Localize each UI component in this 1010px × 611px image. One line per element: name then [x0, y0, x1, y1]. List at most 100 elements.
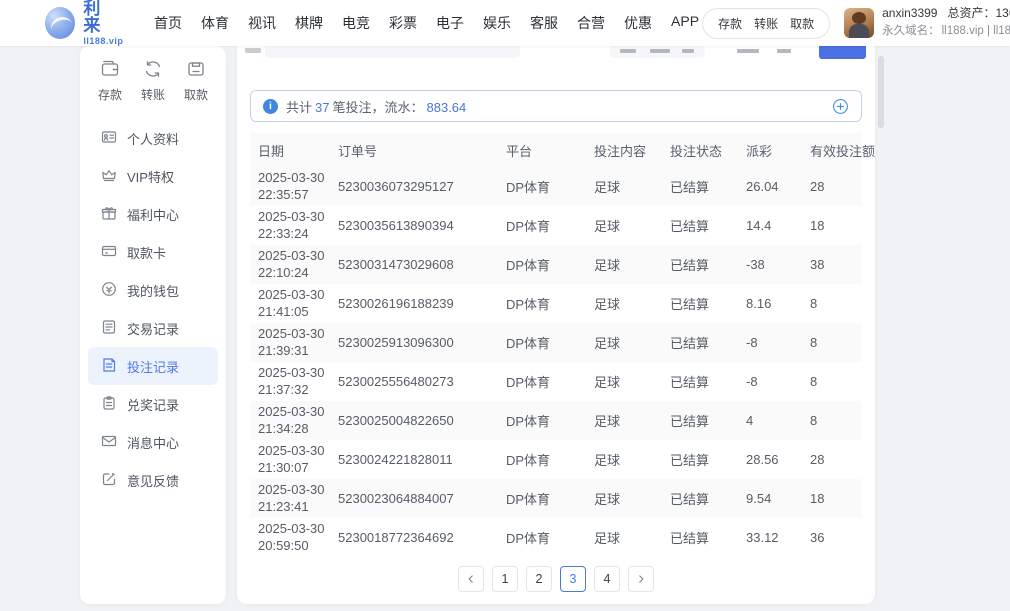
summary-text: 共计37笔投注，流水：883.64 [286, 97, 469, 116]
cell-payout: 8.16 [738, 284, 802, 323]
page-button[interactable]: 4 [594, 566, 620, 592]
avatar[interactable] [844, 8, 874, 38]
wallet-pill-action[interactable]: 存款 [718, 15, 742, 32]
bet-records-table: 日期订单号平台投注内容投注状态派彩有效投注额 2025-03-3022:35:5… [250, 133, 862, 557]
filter-chip-fragment[interactable] [737, 49, 759, 53]
quick-action-withdraw[interactable]: 取款 [184, 59, 208, 103]
cell-order-no: 5230036073295127 [330, 167, 498, 206]
turnover-value: 883.64 [427, 100, 467, 115]
page-button[interactable]: 1 [492, 566, 518, 592]
column-header: 派彩 [738, 133, 802, 167]
filter-submit-button[interactable] [819, 46, 866, 59]
username: anxin3399 [882, 6, 937, 20]
logo-icon [45, 7, 75, 39]
sidebar-item-bet-records[interactable]: 投注记录 [88, 347, 218, 385]
sidebar-item-vip[interactable]: VIP特权 [88, 157, 218, 195]
wallet-pill-action[interactable]: 转账 [754, 15, 778, 32]
sidebar-quick-actions: 存款 转账 取款 [88, 59, 218, 109]
table-row: 2025-03-3020:59:50 5230018772364692 DP体育… [250, 518, 862, 557]
cell-order-no: 5230026196188239 [330, 284, 498, 323]
prize-records-icon [101, 395, 117, 414]
sidebar-item-feedback[interactable]: 意见反馈 [88, 461, 218, 499]
cell-payout: 9.54 [738, 479, 802, 518]
page-button[interactable]: 2 [526, 566, 552, 592]
column-header: 订单号 [330, 133, 498, 167]
crown-icon [101, 167, 117, 186]
nav-item[interactable]: 彩票 [386, 9, 420, 37]
sidebar-item-prize-records[interactable]: 兑奖记录 [88, 385, 218, 423]
cell-status: 已结算 [662, 323, 738, 362]
cell-payout: -8 [738, 362, 802, 401]
table-row: 2025-03-3021:41:05 5230026196188239 DP体育… [250, 284, 862, 323]
nav-item[interactable]: 合营 [574, 9, 608, 37]
cell-content: 足球 [586, 284, 662, 323]
cell-order-no: 5230018772364692 [330, 518, 498, 557]
transfer-icon [143, 59, 163, 82]
cell-platform: DP体育 [498, 401, 586, 440]
cell-order-no: 5230025556480273 [330, 362, 498, 401]
cell-date: 2025-03-3022:35:57 [250, 167, 330, 206]
table-row: 2025-03-3021:37:32 5230025556480273 DP体育… [250, 362, 862, 401]
cell-platform: DP体育 [498, 323, 586, 362]
cell-date: 2025-03-3021:37:32 [250, 362, 330, 401]
domain-label: 永久域名： [882, 23, 940, 40]
nav-item[interactable]: 客服 [527, 9, 561, 37]
quick-action-label: 取款 [184, 86, 208, 103]
nav-item[interactable]: APP [668, 9, 702, 37]
page-button[interactable]: 3 [560, 566, 586, 592]
cell-valid-amount: 18 [802, 206, 862, 245]
filter-chip-fragment[interactable] [777, 49, 791, 53]
cell-valid-amount: 36 [802, 518, 862, 557]
cell-platform: DP体育 [498, 362, 586, 401]
sidebar-menu: 个人资料 VIP特权 福利中心 取款卡 我的钱包 交易记录 [88, 119, 218, 499]
cell-platform: DP体育 [498, 518, 586, 557]
nav-item[interactable]: 优惠 [621, 9, 655, 37]
deposit-icon [100, 59, 120, 82]
nav-item[interactable]: 电竞 [339, 9, 373, 37]
sidebar-item-messages[interactable]: 消息中心 [88, 423, 218, 461]
pagination: 1234 [237, 566, 875, 592]
top-header: 利来 ll188.vip 首页体育视讯棋牌电竞彩票电子娱乐客服合营优惠 APP 存… [0, 0, 1010, 46]
wallet-icon [101, 281, 117, 300]
cell-status: 已结算 [662, 284, 738, 323]
nav-item[interactable]: 棋牌 [292, 9, 326, 37]
wallet-pill-action[interactable]: 取款 [790, 15, 814, 32]
sidebar-item-wallet[interactable]: 我的钱包 [88, 271, 218, 309]
cell-platform: DP体育 [498, 284, 586, 323]
table-row: 2025-03-3021:23:41 5230023064884007 DP体育… [250, 479, 862, 518]
nav-item[interactable]: 视讯 [245, 9, 279, 37]
cell-content: 足球 [586, 440, 662, 479]
scrollbar-thumb[interactable] [878, 56, 884, 128]
sidebar-item-transactions[interactable]: 交易记录 [88, 309, 218, 347]
filter-segment-fragment[interactable] [610, 46, 705, 58]
cell-status: 已结算 [662, 518, 738, 557]
cell-platform: DP体育 [498, 167, 586, 206]
sidebar-item-welfare[interactable]: 福利中心 [88, 195, 218, 233]
site-logo[interactable]: 利来 ll188.vip [45, 0, 125, 46]
bet-count: 37 [315, 100, 329, 115]
table-row: 2025-03-3021:30:07 5230024221828011 DP体育… [250, 440, 862, 479]
account-line1: anxin3399总资产：1363.49元 [882, 5, 1010, 22]
nav-item[interactable]: 娱乐 [480, 9, 514, 37]
quick-action-deposit[interactable]: 存款 [98, 59, 122, 103]
sidebar-item-withdraw-card[interactable]: 取款卡 [88, 233, 218, 271]
next-page-button[interactable] [628, 566, 654, 592]
message-icon [101, 433, 117, 452]
sidebar-item-profile[interactable]: 个人资料 [88, 119, 218, 157]
feedback-icon [101, 471, 117, 490]
nav-item[interactable]: 首页 [151, 9, 185, 37]
bank-card-icon [101, 243, 117, 262]
account-area[interactable]: anxin3399总资产：1363.49元 永久域名：ll188.vip | l… [844, 5, 1010, 40]
nav-item[interactable]: 体育 [198, 9, 232, 37]
prev-page-button[interactable] [458, 566, 484, 592]
expand-plus-icon[interactable] [832, 98, 849, 115]
wallet-quick-pill: 存款转账取款 [702, 8, 830, 39]
cell-status: 已结算 [662, 206, 738, 245]
cell-order-no: 5230025004822650 [330, 401, 498, 440]
cell-date: 2025-03-3020:59:50 [250, 518, 330, 557]
quick-action-transfer[interactable]: 转账 [141, 59, 165, 103]
filter-input-fragment[interactable] [265, 46, 520, 58]
gift-icon [101, 205, 117, 224]
nav-item[interactable]: 电子 [433, 9, 467, 37]
id-card-icon [101, 129, 117, 148]
